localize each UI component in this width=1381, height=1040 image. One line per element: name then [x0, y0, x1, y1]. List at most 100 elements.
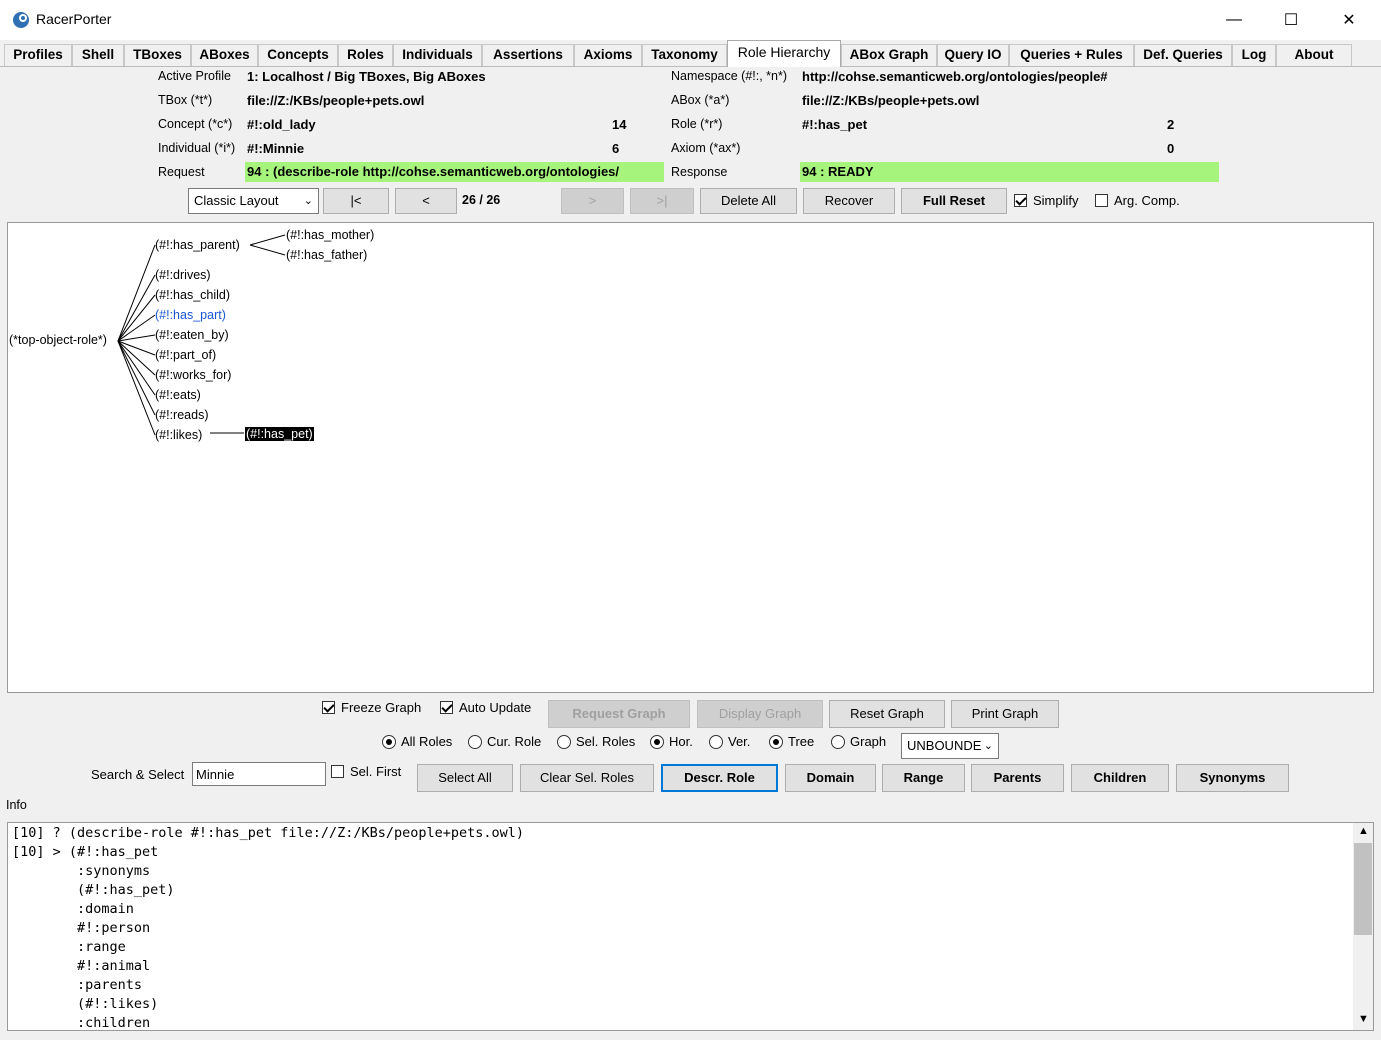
node-likes[interactable]: (#!:likes): [155, 428, 202, 442]
layout-select[interactable]: Classic Layout ⌄: [188, 188, 319, 214]
simplify-checkbox[interactable]: [1014, 194, 1027, 207]
individual-value: #!:Minnie: [247, 141, 305, 156]
tab-individuals[interactable]: Individuals: [393, 44, 482, 66]
tab-role-hierarchy[interactable]: Role Hierarchy: [727, 40, 841, 67]
first-button[interactable]: |<: [323, 188, 389, 214]
node-eats[interactable]: (#!:eats): [155, 388, 201, 402]
namespace-value: http://cohse.semanticweb.org/ontologies/…: [802, 69, 1108, 84]
node-part-of[interactable]: (#!:part_of): [155, 348, 216, 362]
scroll-up-icon[interactable]: ▲: [1358, 825, 1369, 837]
domain-button[interactable]: Domain: [785, 764, 876, 792]
active-profile-label: Active Profile: [158, 69, 231, 83]
simplify-label: Simplify: [1033, 193, 1079, 208]
active-profile-value: 1: Localhost / Big TBoxes, Big ABoxes: [247, 69, 486, 84]
log-line: [10] > (#!:has_pet: [12, 844, 159, 860]
scroll-down-icon[interactable]: ▼: [1358, 1013, 1369, 1025]
tab-queries-rules[interactable]: Queries + Rules: [1009, 44, 1134, 66]
delete-all-button[interactable]: Delete All: [700, 188, 797, 214]
sel-roles-radio[interactable]: [557, 735, 571, 749]
node-has-parent[interactable]: (#!:has_parent): [155, 238, 240, 252]
tree-label: Tree: [788, 734, 815, 749]
sel-first-checkbox[interactable]: [331, 765, 344, 778]
descr-role-button[interactable]: Descr. Role: [661, 764, 778, 792]
role-value: #!:has_pet: [802, 117, 868, 132]
node-has-father[interactable]: (#!:has_father): [286, 248, 367, 262]
maximize-button[interactable]: ☐: [1262, 0, 1320, 40]
log-line: :synonyms: [12, 863, 151, 879]
auto-update-label: Auto Update: [459, 700, 532, 715]
node-has-mother[interactable]: (#!:has_mother): [286, 228, 374, 242]
node-has-child[interactable]: (#!:has_child): [155, 288, 230, 302]
select-all-button[interactable]: Select All: [417, 764, 513, 792]
request-graph-button[interactable]: Request Graph: [548, 700, 690, 728]
arg-comp-checkbox[interactable]: [1095, 194, 1108, 207]
chevron-down-icon: ⌄: [981, 734, 993, 758]
tab-query-io[interactable]: Query IO: [937, 44, 1009, 66]
title-bar: [0, 0, 1381, 40]
close-button[interactable]: ✕: [1320, 0, 1378, 40]
print-graph-button[interactable]: Print Graph: [951, 700, 1059, 728]
info-log[interactable]: [10] ? (describe-role #!:has_pet file://…: [7, 822, 1374, 1031]
log-scrollbar[interactable]: ▲ ▼: [1353, 823, 1373, 1030]
freeze-graph-checkbox[interactable]: [322, 701, 335, 714]
display-graph-button[interactable]: Display Graph: [697, 700, 823, 728]
request-value: 94 : (describe-role http://cohse.semanti…: [245, 162, 664, 182]
cur-role-radio[interactable]: [468, 735, 482, 749]
node-eaten-by[interactable]: (#!:eaten_by): [155, 328, 229, 342]
search-select-label: Search & Select: [91, 767, 185, 782]
axiom-count: 0: [1167, 141, 1175, 156]
depth-select-value: UNBOUNDE: [907, 738, 982, 753]
parents-button[interactable]: Parents: [971, 764, 1064, 792]
node-works-for[interactable]: (#!:works_for): [155, 368, 231, 382]
minimize-button[interactable]: —: [1205, 0, 1263, 40]
tab-log[interactable]: Log: [1232, 44, 1276, 66]
tab-def-queries[interactable]: Def. Queries: [1134, 44, 1232, 66]
cur-role-label: Cur. Role: [487, 734, 542, 749]
tab-taxonomy[interactable]: Taxonomy: [642, 44, 727, 66]
search-select-input[interactable]: [192, 762, 326, 786]
scrollbar-thumb[interactable]: [1354, 843, 1372, 935]
node-drives[interactable]: (#!:drives): [155, 268, 211, 282]
tree-radio[interactable]: [769, 735, 783, 749]
node-has-pet-selected[interactable]: (#!:has_pet): [245, 427, 314, 441]
range-button[interactable]: Range: [882, 764, 965, 792]
next-button[interactable]: >: [561, 188, 624, 214]
depth-select[interactable]: UNBOUNDE ⌄: [901, 733, 999, 759]
tab-axioms[interactable]: Axioms: [574, 44, 642, 66]
tab-aboxes[interactable]: ABoxes: [191, 44, 258, 66]
reset-graph-button[interactable]: Reset Graph: [829, 700, 945, 728]
tab-concepts[interactable]: Concepts: [258, 44, 338, 66]
log-line: #!:animal: [12, 958, 151, 974]
tab-assertions[interactable]: Assertions: [482, 44, 574, 66]
node-top-object-role[interactable]: (*top-object-role*): [9, 333, 107, 347]
log-line: :children: [12, 1015, 151, 1031]
synonyms-button[interactable]: Synonyms: [1176, 764, 1289, 792]
graph-label: Graph: [850, 734, 887, 749]
full-reset-button[interactable]: Full Reset: [901, 188, 1007, 214]
node-has-part[interactable]: (#!:has_part): [155, 308, 226, 322]
graph-radio[interactable]: [831, 735, 845, 749]
node-reads[interactable]: (#!:reads): [155, 408, 209, 422]
sel-first-label: Sel. First: [350, 764, 402, 779]
all-roles-radio[interactable]: [382, 735, 396, 749]
children-button[interactable]: Children: [1071, 764, 1169, 792]
recover-button[interactable]: Recover: [803, 188, 895, 214]
role-label: Role (*r*): [671, 117, 723, 131]
tab-abox-graph[interactable]: ABox Graph: [841, 44, 937, 66]
response-label: Response: [671, 165, 728, 179]
ver-radio[interactable]: [709, 735, 723, 749]
role-count: 2: [1167, 117, 1175, 132]
ver-label: Ver.: [728, 734, 751, 749]
tab-profiles[interactable]: Profiles: [4, 44, 72, 66]
tab-shell[interactable]: Shell: [72, 44, 124, 66]
log-line: :range: [12, 939, 126, 955]
tab-roles[interactable]: Roles: [338, 44, 393, 66]
tab-about[interactable]: About: [1276, 44, 1352, 66]
tab-tboxes[interactable]: TBoxes: [124, 44, 191, 66]
clear-sel-roles-button[interactable]: Clear Sel. Roles: [520, 764, 654, 792]
auto-update-checkbox[interactable]: [440, 701, 453, 714]
role-hierarchy-graph[interactable]: (*top-object-role*) (#!:has_parent) (#!:…: [7, 222, 1374, 693]
hor-radio[interactable]: [650, 735, 664, 749]
last-button[interactable]: >|: [630, 188, 694, 214]
prev-button[interactable]: <: [395, 188, 457, 214]
